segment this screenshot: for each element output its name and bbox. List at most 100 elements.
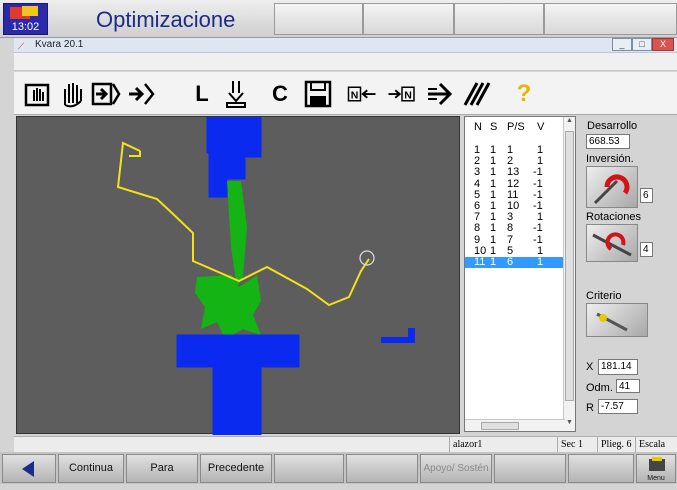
list-cell: 3 — [474, 166, 481, 179]
list-rows: 1 1 1 1 2 1 2 1 3 1 13 -1 4 1 12 -1 5 1 11 -1 6 1 10 -1 7 1 3 1 8 1 8-… — [465, 144, 565, 269]
menu-strip — [14, 53, 677, 71]
header-cell-2 — [363, 3, 454, 35]
list-header: N S P/S V — [465, 121, 565, 137]
rotaciones-label: Rotaciones — [586, 211, 642, 223]
x-field[interactable]: 181.14 — [598, 359, 638, 375]
list-item[interactable]: 6 1 10 -1 — [465, 200, 565, 212]
punch-tip — [227, 181, 247, 287]
status-file: alazor1 — [449, 437, 557, 453]
app-window-icon: ⟋ — [18, 41, 25, 51]
r-field[interactable]: -7.57 — [598, 399, 638, 414]
lower-die — [176, 334, 300, 436]
odm-label: Odm. — [586, 382, 613, 394]
swap-n-right-icon[interactable]: N — [382, 78, 422, 110]
back-gauge — [381, 328, 415, 343]
apoyo-sosten-button[interactable]: Apoyo/ Sostén — [420, 454, 492, 483]
desarrollo-field[interactable]: 668.53 — [586, 134, 630, 149]
odm-field[interactable]: 41 — [616, 379, 640, 393]
rotaciones-image[interactable] — [586, 224, 638, 262]
list-horizontal-scrollbar[interactable] — [465, 419, 565, 431]
close-button[interactable]: X — [652, 38, 674, 51]
svg-text:N: N — [404, 90, 412, 102]
bend-sequence-list[interactable]: N S P/S V 1 1 1 1 2 1 2 1 3 1 13 -1 4 1 12 -1 5 1 11 -1 6 1 10… — [464, 116, 576, 432]
sheet-flange — [129, 151, 141, 157]
list-item[interactable]: 9 1 7 -1 — [465, 234, 565, 246]
list-cell: 1 — [490, 166, 497, 179]
app-logo: 13:02 — [3, 3, 48, 35]
hscroll-thumb[interactable] — [481, 422, 519, 430]
hand-icon[interactable] — [56, 78, 88, 110]
empty-button-4[interactable] — [568, 454, 634, 483]
status-plieg: Plieg. 6 — [597, 437, 635, 453]
menu-label: Menu — [647, 475, 665, 482]
svg-text:N: N — [351, 90, 359, 102]
list-cell: -1 — [533, 222, 543, 235]
window-title: Kvara 20.1 — [35, 39, 84, 50]
back-button[interactable] — [2, 454, 56, 483]
save-icon[interactable] — [302, 78, 334, 110]
punch-tool-icon[interactable] — [220, 78, 252, 110]
scroll-thumb[interactable] — [565, 131, 574, 401]
feed-right-icon[interactable] — [124, 78, 156, 110]
continua-button[interactable]: Continua — [58, 454, 124, 483]
header-cell-1 — [274, 3, 363, 35]
help-button[interactable]: ? — [508, 78, 540, 110]
header-cell-4 — [544, 3, 677, 35]
list-cell: 11 — [474, 255, 486, 268]
minimize-button[interactable]: _ — [612, 38, 632, 51]
scroll-down-icon[interactable]: ▼ — [564, 419, 575, 431]
x-label: X — [586, 361, 594, 373]
col-v: V — [537, 121, 545, 133]
parameters-panel: Desarrollo 668.53 Inversión. 6 Rotacione… — [580, 116, 662, 432]
precedente-button[interactable]: Precedente — [200, 454, 272, 483]
list-vertical-scrollbar[interactable]: ▲ ▼ — [563, 117, 575, 431]
bending-simulation-canvas[interactable] — [16, 116, 460, 436]
c-tool-button[interactable]: C — [264, 78, 296, 110]
status-sec: Sec 1 — [557, 437, 597, 453]
bottom-button-bar: Continua Para Precedente Apoyo/ Sostén M… — [0, 452, 677, 484]
r-label: R — [586, 402, 594, 414]
col-s: S — [490, 121, 498, 133]
list-cell: 13 — [507, 166, 520, 179]
window-title-bar: ⟋ Kvara 20.1 _ □ X — [14, 38, 677, 53]
inversion-field[interactable]: 6 — [640, 188, 653, 203]
hand-in-box-icon[interactable] — [22, 78, 54, 110]
list-cell: 6 — [507, 255, 514, 268]
hatch-icon[interactable] — [460, 78, 492, 110]
list-cell: 8 — [507, 222, 514, 235]
status-escala: Escala 2:1 — [635, 437, 677, 465]
list-item[interactable]: 8 1 8 -1 — [465, 223, 565, 234]
status-bar: alazor1 Sec 1 Plieg. 6 Escala 2:1 — [14, 436, 677, 465]
inversion-image[interactable] — [586, 166, 638, 208]
para-button[interactable]: Para — [126, 454, 198, 483]
menu-button[interactable]: Menu — [636, 454, 676, 483]
rotaciones-field[interactable]: 4 — [640, 242, 653, 257]
criterio-image[interactable] — [586, 303, 648, 337]
list-cell: 1 — [537, 255, 544, 268]
feed-right-double-icon[interactable] — [90, 78, 122, 110]
clock-time: 13:02 — [11, 21, 40, 33]
inversion-label: Inversión. — [586, 153, 634, 165]
empty-button-1[interactable] — [274, 454, 344, 483]
list-item[interactable]: 1111 — [465, 144, 565, 156]
top-header: 13:02 Optimizacione — [0, 0, 677, 38]
maximize-button[interactable]: □ — [632, 38, 652, 51]
toolbar: L C N N ? — [14, 72, 677, 115]
scroll-up-icon[interactable]: ▲ — [564, 117, 575, 129]
list-cell: 1 — [490, 222, 497, 235]
col-n: N — [474, 121, 482, 133]
screen-title: Optimizacione — [96, 7, 236, 32]
list-cell: 8 — [474, 222, 481, 235]
empty-button-2[interactable] — [346, 454, 418, 483]
empty-button-3[interactable] — [494, 454, 566, 483]
list-item[interactable]: 11 1 6 1 — [465, 255, 565, 269]
list-cell: -1 — [533, 166, 543, 179]
logo-flag-accent — [22, 6, 38, 16]
arrow-right-icon[interactable] — [424, 78, 456, 110]
list-item[interactable]: 3 1 13 -1 — [465, 167, 565, 178]
swap-n-left-icon[interactable]: N — [342, 78, 382, 110]
desarrollo-label: Desarrollo — [587, 120, 638, 132]
l-tool-button[interactable]: L — [186, 78, 218, 110]
col-ps: P/S — [507, 121, 525, 133]
list-item[interactable]: 7131 — [465, 211, 565, 223]
